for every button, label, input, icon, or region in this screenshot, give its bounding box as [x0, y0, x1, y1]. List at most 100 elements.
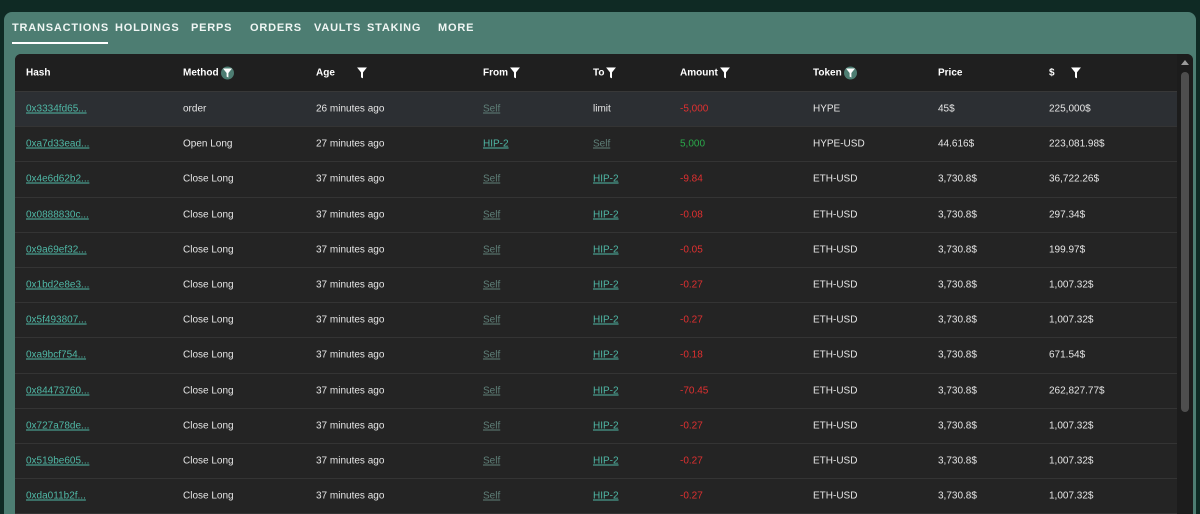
usd-value-cell: 671.54$: [1049, 349, 1086, 361]
tx-hash-link[interactable]: 0x4e6d62b2...: [26, 174, 89, 185]
tx-hash-link[interactable]: 0x1bd2e8e3...: [26, 280, 89, 291]
usd-value-cell: 225,000$: [1049, 103, 1091, 115]
price-cell: 3,730.8$: [938, 209, 977, 221]
tx-hash-link[interactable]: 0x519be605...: [26, 456, 89, 467]
transactions-table: Hash Method Age From To Amount Token Pri…: [15, 54, 1193, 514]
from-link[interactable]: Self: [483, 104, 500, 115]
from-link[interactable]: Self: [483, 244, 500, 255]
filter-icon[interactable]: [843, 66, 857, 79]
tx-hash-link[interactable]: 0xa7d33ead...: [26, 139, 89, 150]
vertical-scrollbar[interactable]: [1177, 54, 1193, 514]
price-cell: 3,730.8$: [938, 385, 977, 397]
tab-more[interactable]: MORE: [438, 12, 473, 44]
scroll-up-arrow-icon[interactable]: [1181, 60, 1189, 65]
tab-perps[interactable]: PERPS: [191, 12, 231, 44]
from-link[interactable]: Self: [483, 209, 500, 220]
price-cell: 3,730.8$: [938, 279, 977, 291]
tab-transactions[interactable]: TRANSACTIONS: [12, 12, 108, 44]
from-link[interactable]: Self: [483, 174, 500, 185]
amount-cell: -5,000: [680, 103, 709, 115]
transactions-panel: TRANSACTIONS HOLDINGS PERPS ORDERS VAULT…: [4, 12, 1196, 514]
to-link[interactable]: HIP-2: [593, 315, 619, 326]
filter-icon[interactable]: [356, 66, 367, 78]
usd-value-cell: 262,827.77$: [1049, 385, 1105, 397]
table-row: 0x1bd2e8e3... Close Long 37 minutes ago …: [15, 268, 1177, 304]
column-to-label: To: [593, 67, 605, 79]
tab-vaults[interactable]: VAULTS: [314, 12, 360, 44]
to-link[interactable]: HIP-2: [593, 244, 619, 255]
filter-icon[interactable]: [1070, 66, 1081, 78]
from-link[interactable]: HIP-2: [483, 139, 509, 150]
table-row: 0x519be605... Close Long 37 minutes ago …: [15, 444, 1177, 480]
to-link[interactable]: HIP-2: [593, 420, 619, 431]
column-age-label: Age: [316, 67, 335, 79]
token-cell: ETH-USD: [813, 244, 858, 256]
to-link[interactable]: HIP-2: [593, 209, 619, 220]
filter-icon[interactable]: [510, 66, 520, 78]
tx-hash-link[interactable]: 0x9a69ef32...: [26, 244, 87, 255]
price-cell: 45$: [938, 103, 955, 115]
method-cell: Close Long: [183, 349, 234, 361]
usd-value-cell: 199.97$: [1049, 244, 1086, 256]
method-cell: Close Long: [183, 455, 234, 467]
column-from-label: From: [483, 67, 508, 79]
method-cell: Close Long: [183, 385, 234, 397]
to-link[interactable]: HIP-2: [593, 491, 619, 502]
age-cell: 37 minutes ago: [316, 209, 385, 221]
usd-value-cell: 1,007.32$: [1049, 279, 1094, 291]
method-cell: Close Long: [183, 279, 234, 291]
age-cell: 37 minutes ago: [316, 455, 385, 467]
scrollbar-thumb[interactable]: [1181, 72, 1189, 412]
from-link[interactable]: Self: [483, 491, 500, 502]
from-link[interactable]: Self: [483, 280, 500, 291]
tx-hash-link[interactable]: 0x0888830c...: [26, 209, 89, 220]
tab-staking[interactable]: STAKING: [367, 12, 420, 44]
usd-value-cell: 223,081.98$: [1049, 138, 1105, 150]
amount-cell: -70.45: [680, 385, 709, 397]
filter-icon[interactable]: [606, 66, 617, 78]
to-link[interactable]: HIP-2: [593, 456, 619, 467]
age-cell: 37 minutes ago: [316, 279, 385, 291]
column-method: Method: [183, 66, 234, 79]
tab-holdings[interactable]: HOLDINGS: [115, 12, 179, 44]
from-link[interactable]: Self: [483, 420, 500, 431]
table-row: 0x4e6d62b2... Close Long 37 minutes ago …: [15, 162, 1177, 198]
price-cell: 3,730.8$: [938, 244, 977, 256]
tx-hash-link[interactable]: 0x727a78de...: [26, 420, 89, 431]
age-cell: 27 minutes ago: [316, 138, 385, 150]
tx-hash-link[interactable]: 0xa9bcf754...: [26, 350, 86, 361]
to-link[interactable]: HIP-2: [593, 350, 619, 361]
to-link[interactable]: HIP-2: [593, 174, 619, 185]
usd-value-cell: 1,007.32$: [1049, 455, 1094, 467]
to-link[interactable]: Self: [593, 139, 610, 150]
tx-hash-link[interactable]: 0x84473760...: [26, 385, 89, 396]
from-link[interactable]: Self: [483, 385, 500, 396]
amount-cell: 5,000: [680, 138, 706, 150]
tab-bar: TRANSACTIONS HOLDINGS PERPS ORDERS VAULT…: [4, 12, 1196, 44]
from-link[interactable]: Self: [483, 315, 500, 326]
tab-orders[interactable]: ORDERS: [250, 12, 301, 44]
column-hash: Hash: [26, 67, 50, 78]
filter-icon[interactable]: [220, 66, 234, 79]
tx-hash-link[interactable]: 0x5f493807...: [26, 315, 87, 326]
table-row: 0x5f493807... Close Long 37 minutes ago …: [15, 303, 1177, 339]
to-link[interactable]: HIP-2: [593, 385, 619, 396]
amount-cell: -0.27: [680, 490, 703, 502]
tx-hash-link[interactable]: 0x3334fd65...: [26, 104, 87, 115]
token-cell: ETH-USD: [813, 173, 858, 185]
tx-hash-link[interactable]: 0xda011b2f...: [26, 491, 86, 502]
table-row: 0x0888830c... Close Long 37 minutes ago …: [15, 198, 1177, 233]
age-cell: 37 minutes ago: [316, 244, 385, 256]
table-row: 0xa7d33ead... Open Long 27 minutes ago H…: [15, 127, 1177, 163]
from-link[interactable]: Self: [483, 350, 500, 361]
table-row: 0x9a69ef32... Close Long 37 minutes ago …: [15, 233, 1177, 268]
method-cell: Open Long: [183, 138, 233, 150]
token-cell: HYPE: [813, 103, 841, 115]
to-link[interactable]: HIP-2: [593, 280, 619, 291]
method-cell: Close Long: [183, 244, 234, 256]
from-link[interactable]: Self: [483, 456, 500, 467]
token-cell: ETH-USD: [813, 490, 858, 502]
age-cell: 37 minutes ago: [316, 349, 385, 361]
filter-icon[interactable]: [719, 66, 730, 78]
to-cell: limit: [593, 103, 611, 115]
